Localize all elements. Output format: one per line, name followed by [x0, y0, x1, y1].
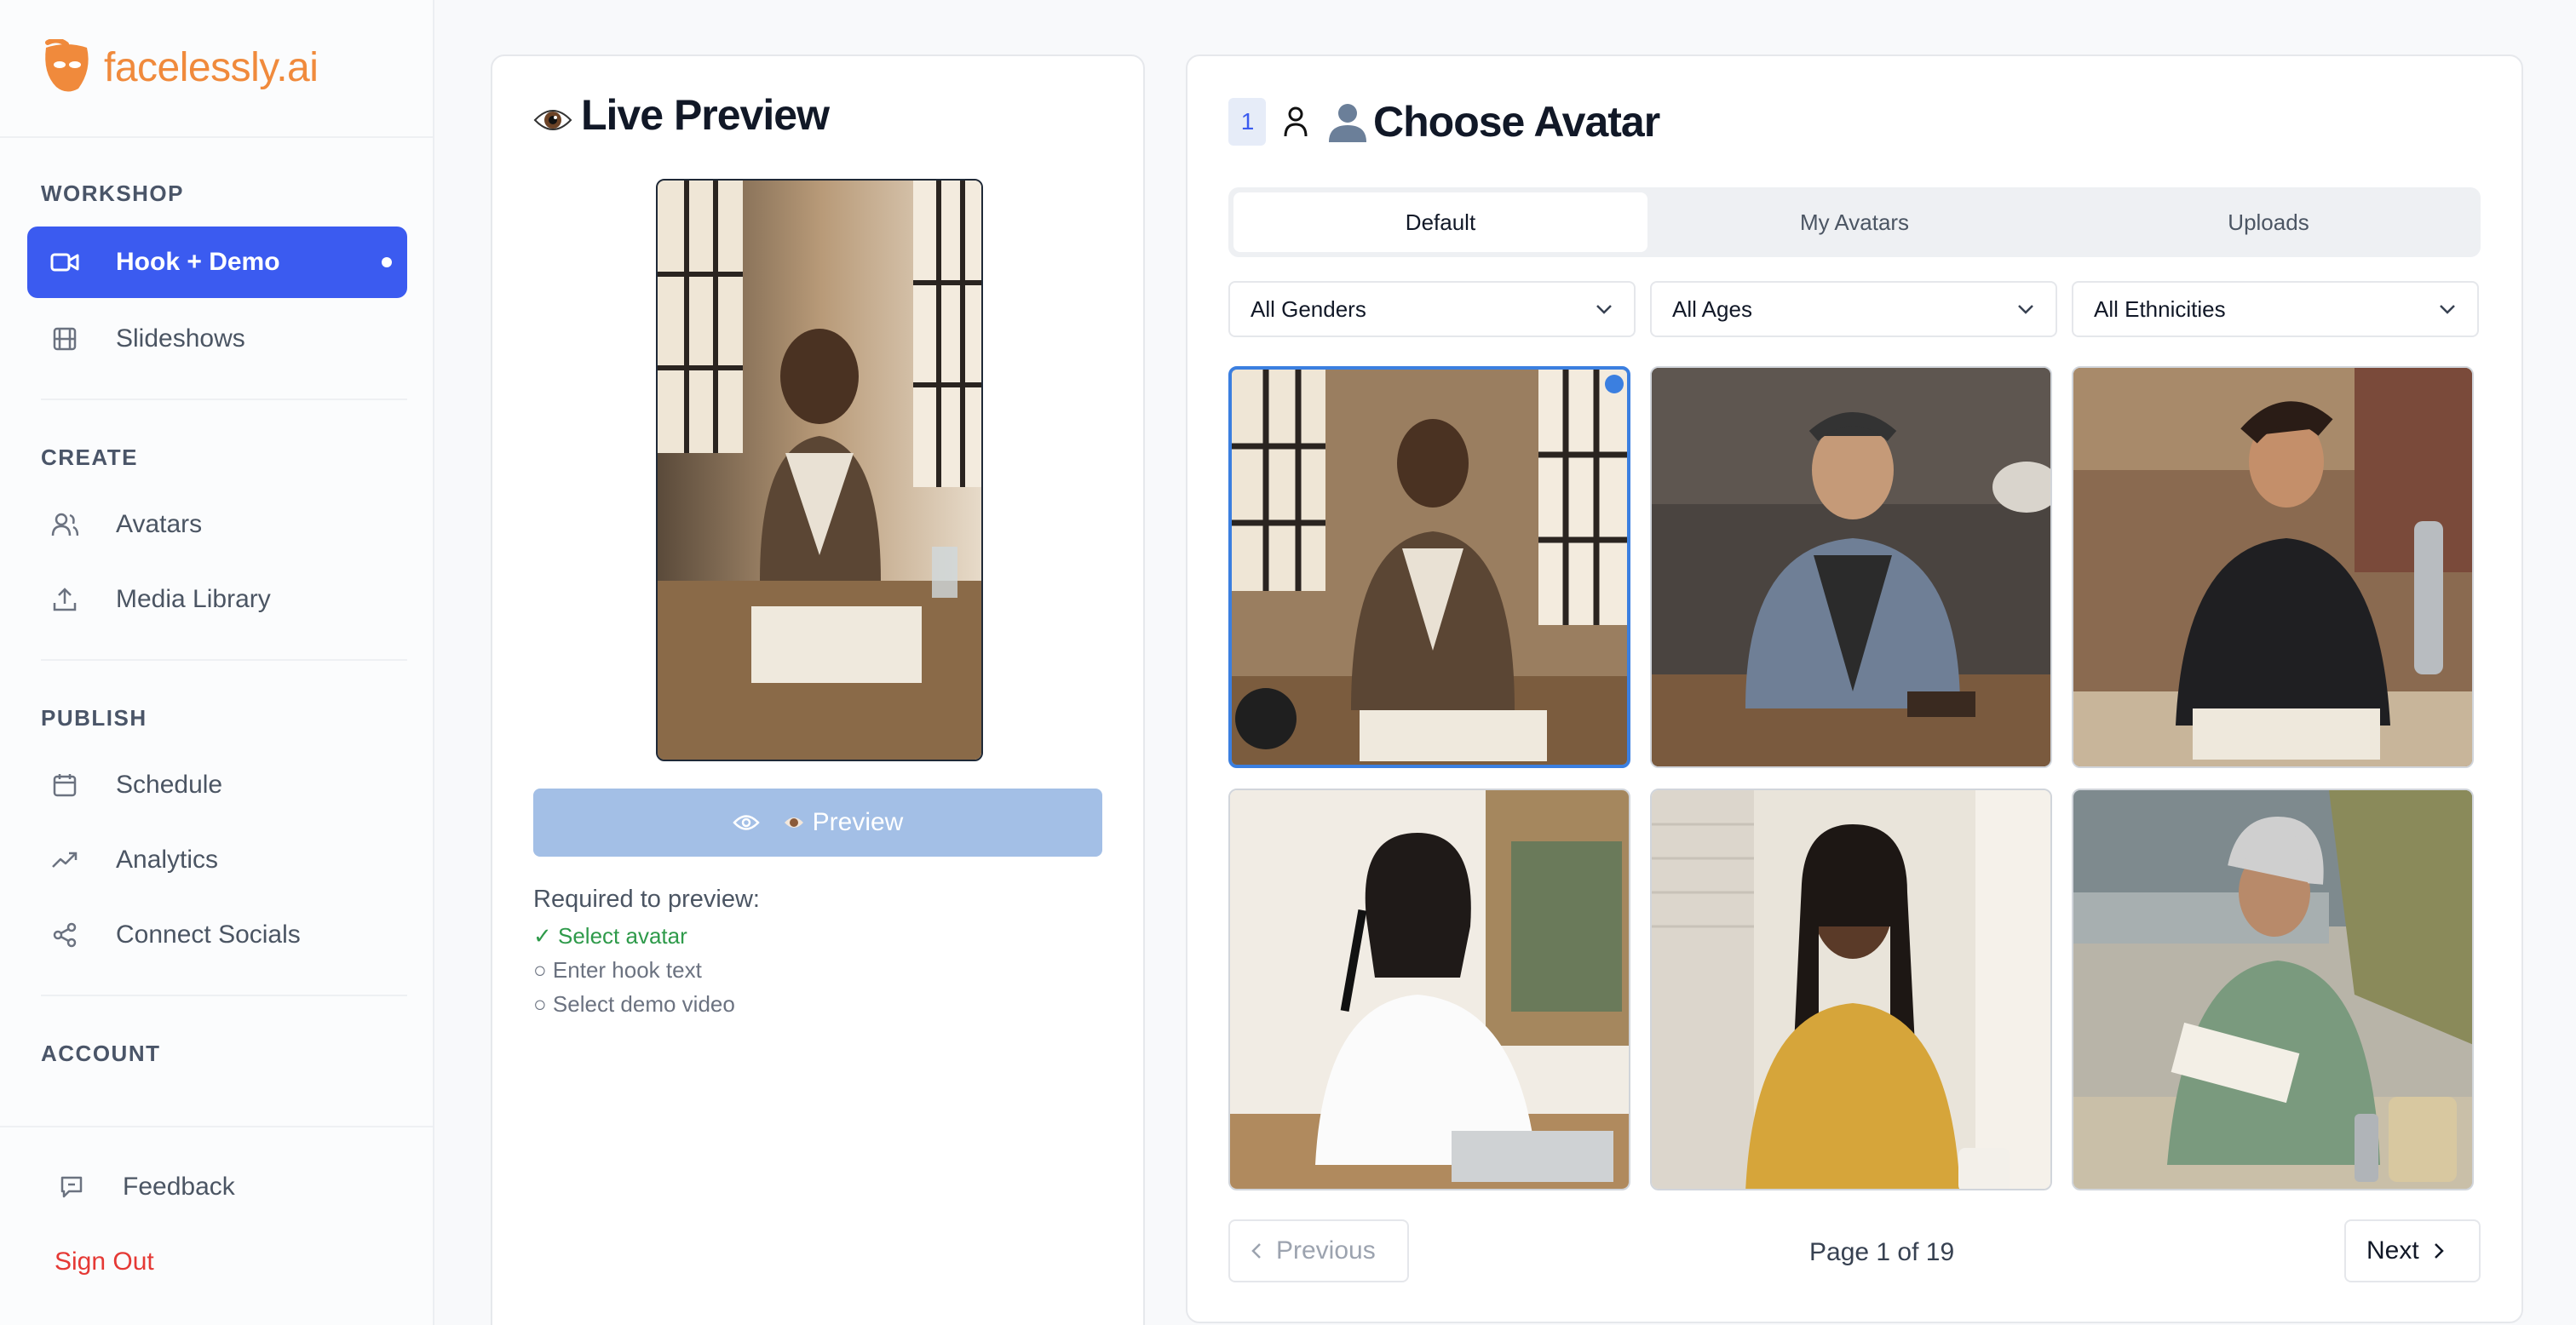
active-indicator-dot	[382, 257, 392, 267]
live-preview-panel: Live Preview Preview Required to preview…	[491, 54, 1145, 1325]
age-filter-select[interactable]: All Ages	[1650, 281, 2057, 337]
avatar-tile[interactable]	[1650, 366, 2052, 768]
tab-default[interactable]: Default	[1233, 192, 1647, 252]
choose-avatar-title: Choose Avatar	[1373, 98, 1660, 146]
eye-emoji-icon	[533, 98, 572, 132]
sign-out-button[interactable]: Sign Out	[34, 1226, 414, 1298]
users-icon	[48, 508, 82, 542]
avatar-tile[interactable]	[2072, 789, 2474, 1190]
chevron-right-icon	[2433, 1242, 2445, 1260]
chevron-down-icon	[2438, 303, 2457, 315]
divider	[41, 399, 407, 400]
ethnicity-filter-select[interactable]: All Ethnicities	[2072, 281, 2479, 337]
sidebar-item-label: Media Library	[116, 585, 271, 613]
divider	[41, 659, 407, 661]
preview-button-label: Preview	[812, 808, 904, 836]
previous-page-button[interactable]: Previous	[1228, 1219, 1409, 1282]
share-icon	[48, 918, 82, 952]
sidebar-item-schedule[interactable]: Schedule	[27, 749, 407, 821]
sidebar-item-connect-socials[interactable]: Connect Socials	[27, 899, 407, 971]
next-page-button[interactable]: Next	[2344, 1219, 2481, 1282]
avatar-tile[interactable]	[1228, 789, 1630, 1190]
film-icon	[48, 322, 82, 356]
sidebar-item-label: Connect Socials	[116, 921, 301, 949]
panel-title: Live Preview	[533, 90, 830, 140]
sidebar-item-analytics[interactable]: Analytics	[27, 824, 407, 896]
sidebar: facelessly.ai WORKSHOP Hook + Demo Slide…	[0, 0, 434, 1325]
selected-indicator-dot	[1605, 375, 1624, 393]
sidebar-item-feedback[interactable]: Feedback	[34, 1151, 414, 1223]
user-icon	[1283, 106, 1308, 138]
previous-label: Previous	[1276, 1236, 1376, 1265]
sidebar-item-avatars[interactable]: Avatars	[27, 489, 407, 560]
divider	[0, 136, 433, 138]
chevron-left-icon	[1251, 1242, 1262, 1260]
sidebar-item-hook-demo[interactable]: Hook + Demo	[27, 227, 407, 298]
eye-icon	[732, 813, 760, 832]
sidebar-item-label: Feedback	[123, 1173, 235, 1201]
step-badge: 1	[1228, 98, 1266, 146]
sidebar-item-label: Hook + Demo	[116, 248, 280, 276]
ethnicity-filter-value: All Ethnicities	[2094, 295, 2226, 322]
sign-out-label: Sign Out	[55, 1248, 154, 1276]
logo-mask-icon	[41, 37, 94, 95]
page-indicator: Page 1 of 19	[1809, 1238, 1955, 1266]
requirement-enter-hook-text: ○ Enter hook text	[533, 957, 702, 983]
trending-up-icon	[48, 843, 82, 877]
sidebar-item-label: Avatars	[116, 510, 203, 538]
section-label-create: CREATE	[41, 445, 138, 470]
section-label-publish: PUBLISH	[41, 705, 147, 731]
requirement-select-avatar: ✓ Select avatar	[533, 923, 687, 949]
avatar-tile[interactable]	[1228, 366, 1630, 768]
bust-emoji-icon	[1325, 101, 1370, 142]
live-preview-title: Live Preview	[581, 91, 830, 139]
message-square-icon	[55, 1170, 89, 1204]
video-camera-icon	[48, 245, 82, 279]
tab-my-avatars[interactable]: My Avatars	[1647, 192, 2061, 252]
avatar-preview-image	[656, 179, 983, 761]
avatar-tile[interactable]	[2072, 366, 2474, 768]
requirement-select-demo-video: ○ Select demo video	[533, 991, 735, 1017]
section-label-workshop: WORKSHOP	[41, 181, 184, 206]
gender-filter-select[interactable]: All Genders	[1228, 281, 1636, 337]
divider	[41, 995, 407, 996]
tab-uploads[interactable]: Uploads	[2061, 192, 2475, 252]
avatar-tile[interactable]	[1650, 789, 2052, 1190]
age-filter-value: All Ages	[1672, 295, 1752, 322]
gender-filter-value: All Genders	[1251, 295, 1366, 322]
eye-emoji-icon	[784, 813, 804, 832]
calendar-icon	[48, 768, 82, 802]
sidebar-item-slideshows[interactable]: Slideshows	[27, 303, 407, 375]
logo[interactable]: facelessly.ai	[41, 37, 319, 95]
next-label: Next	[2366, 1236, 2419, 1265]
sidebar-item-label: Analytics	[116, 846, 219, 874]
sidebar-item-label: Slideshows	[116, 324, 245, 353]
sidebar-item-label: Schedule	[116, 771, 223, 799]
chevron-down-icon	[2016, 303, 2035, 315]
avatar-source-tabs: Default My Avatars Uploads	[1228, 187, 2481, 257]
sidebar-item-media-library[interactable]: Media Library	[27, 564, 407, 635]
chevron-down-icon	[1595, 303, 1613, 315]
required-title: Required to preview:	[533, 886, 760, 913]
brand-name: facelessly.ai	[104, 44, 319, 90]
panel-title: 1 Choose Avatar	[1228, 97, 1660, 146]
upload-icon	[48, 582, 82, 617]
divider	[0, 1126, 433, 1127]
choose-avatar-panel: 1 Choose Avatar Default My Avatars Uploa…	[1186, 54, 2523, 1323]
section-label-account: ACCOUNT	[41, 1041, 161, 1066]
preview-button[interactable]: Preview	[533, 789, 1102, 857]
